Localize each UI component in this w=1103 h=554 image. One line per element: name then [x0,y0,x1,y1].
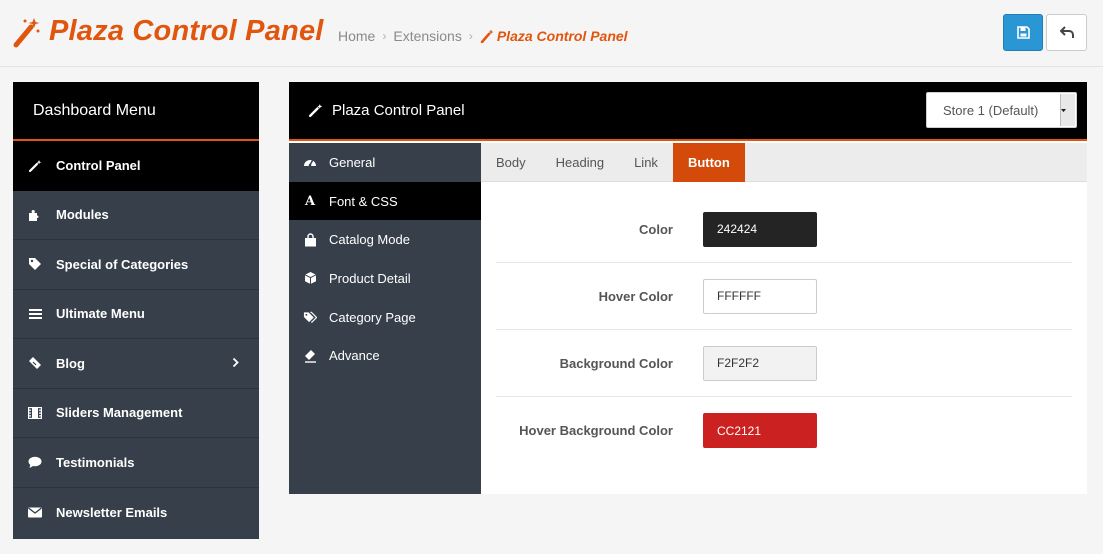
subnav-item-font-css[interactable]: A Font & CSS [289,181,481,221]
subnav-item-catalog-mode[interactable]: Catalog Mode [289,220,481,259]
sidebar-item-label: Modules [56,207,109,223]
tag-icon [28,257,42,271]
sidebar-item-label: Control Panel [56,158,141,174]
magic-wand-icon [480,29,494,43]
subnav-item-label: Catalog Mode [329,232,410,248]
panel-subnav: General A Font & CSS Catalog Mode Produc… [289,143,481,494]
subnav-item-label: General [329,154,376,170]
form-row-background-color: Background Color F2F2F2 [496,330,1072,397]
store-select-value: Store 1 (Default) [943,102,1039,118]
hover-background-color-input[interactable]: CC2121 [703,413,817,448]
envelope-icon [28,505,42,519]
sidebar-item-testimonials[interactable]: Testimonials [13,438,259,488]
tags-icon [303,310,317,324]
sidebar-item-control-panel[interactable]: Control Panel [13,141,259,191]
tab-heading[interactable]: Heading [541,143,619,182]
sidebar-item-blog[interactable]: Blog [13,339,259,389]
bars-icon [28,307,42,321]
field-label: Background Color [559,355,673,371]
form-row-hover-color: Hover Color FFFFFF [496,263,1072,330]
caret-down-icon [1060,94,1075,126]
background-color-input[interactable]: F2F2F2 [703,345,817,381]
sidebar-item-label: Blog [56,355,85,371]
back-button[interactable] [1046,14,1087,51]
tab-link[interactable]: Link [619,143,673,182]
subnav-item-general[interactable]: General [289,143,481,182]
panel-header: Plaza Control Panel Store 1 (Default) [289,82,1087,141]
hover-color-input[interactable]: FFFFFF [703,278,817,314]
field-label: Hover Background Color [519,423,673,438]
breadcrumb-current-label: Plaza Control Panel [496,28,628,44]
dashboard-menu: Dashboard Menu Control Panel Modules Spe… [13,82,259,539]
sidebar-item-label: Testimonials [56,454,135,470]
page-header: Plaza Control Panel Home › Extensions › … [0,0,1103,67]
sidebar-item-special-of-categories[interactable]: Special of Categories [13,240,259,290]
eraser-icon [303,349,317,363]
magic-wand-icon [308,104,323,118]
tab-button[interactable]: Button [672,143,745,182]
sidebar-item-modules[interactable]: Modules [13,191,259,240]
breadcrumb-separator: › [468,29,473,43]
save-icon [1016,26,1030,39]
tab-body[interactable]: Body [481,143,541,182]
subnav-item-label: Product Detail [329,270,411,286]
subnav-item-label: Category Page [329,309,416,325]
control-panel: Plaza Control Panel Store 1 (Default) Ge… [289,82,1087,494]
store-select[interactable]: Store 1 (Default) [926,92,1077,128]
magic-wand-icon [13,17,40,47]
ticket-icon [28,356,42,370]
comment-icon [28,455,42,469]
sidebar-item-label: Special of Categories [56,256,189,272]
sidebar-item-ultimate-menu[interactable]: Ultimate Menu [13,290,259,339]
subnav-item-category-page[interactable]: Category Page [289,298,481,337]
sidebar-item-label: Newsletter Emails [56,504,168,520]
color-input[interactable]: 242424 [703,211,817,247]
cube-icon [303,271,317,285]
form-row-hover-background-color: Hover Background Color CC2121 [496,397,1072,464]
sidebar-item-label: Sliders Management [56,405,183,421]
breadcrumb-separator: › [382,29,387,43]
film-icon [28,406,42,420]
field-label: Color [639,221,673,237]
subnav-item-label: Advance [329,348,380,364]
shopping-bag-icon [303,233,317,247]
sidebar-item-sliders-management[interactable]: Sliders Management [13,389,259,438]
chevron-right-icon [232,356,239,371]
subnav-item-label: Font & CSS [329,193,398,209]
font-icon: A [304,193,316,209]
sidebar-item-newsletter-emails[interactable]: Newsletter Emails [13,488,259,538]
button-color-form: Color 242424 Hover Color FFFFFF Backgrou… [496,196,1072,464]
magic-wand-icon [28,159,42,173]
form-row-color: Color 242424 [496,196,1072,263]
brand: Plaza Control Panel [13,15,324,48]
breadcrumb-current[interactable]: Plaza Control Panel [480,28,628,44]
puzzle-icon [28,208,42,222]
breadcrumb: Home › Extensions › Plaza Control Panel [338,28,628,44]
field-label: Hover Color [598,288,673,304]
subnav-item-advance[interactable]: Advance [289,336,481,375]
sidebar-item-label: Ultimate Menu [56,306,145,322]
reply-icon [1059,26,1074,38]
page-title: Plaza Control Panel [49,15,324,47]
dashboard-menu-title: Dashboard Menu [13,82,259,141]
dashboard-icon [303,155,317,169]
style-tabs: Body Heading Link Button [481,143,1087,182]
save-button[interactable] [1003,14,1043,51]
panel-title: Plaza Control Panel [332,102,465,119]
breadcrumb-home[interactable]: Home [338,28,375,44]
subnav-item-product-detail[interactable]: Product Detail [289,259,481,298]
breadcrumb-extensions[interactable]: Extensions [393,28,461,44]
